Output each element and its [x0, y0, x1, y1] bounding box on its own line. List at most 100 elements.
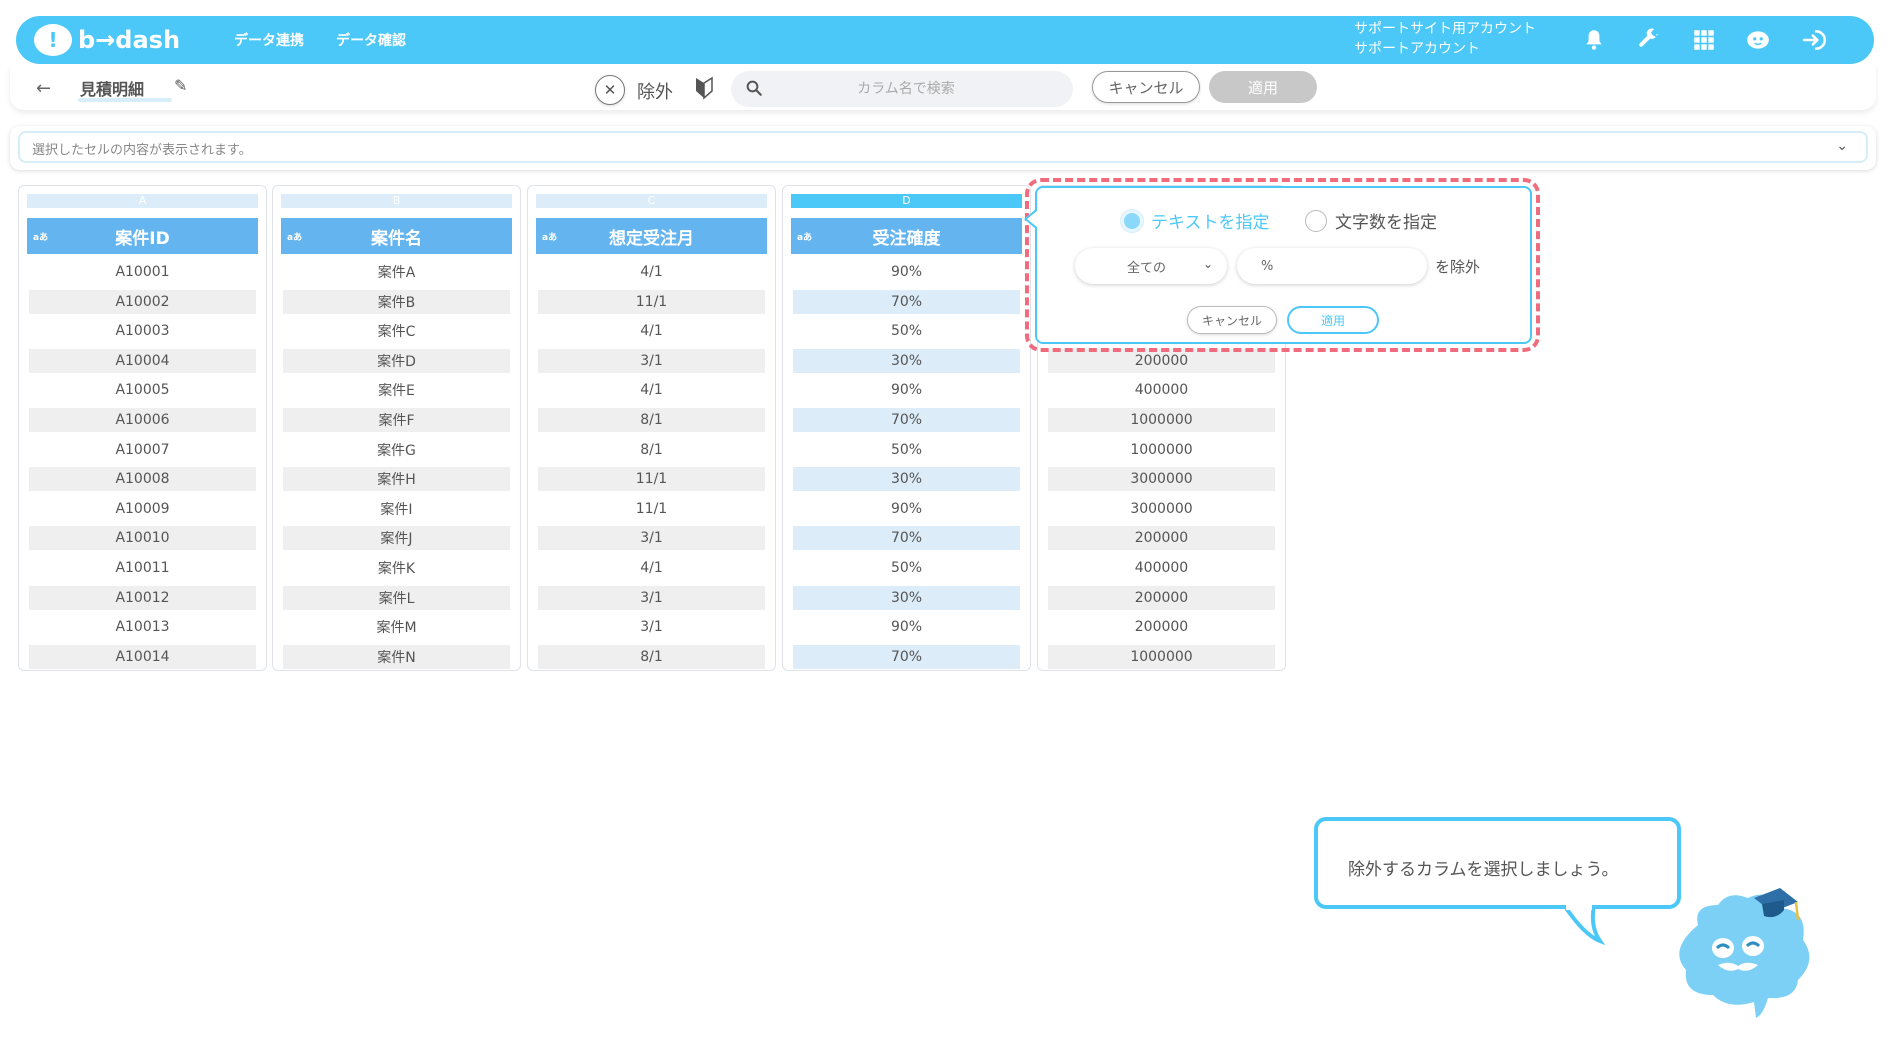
column-header[interactable]: aあ 受注確度: [791, 218, 1022, 254]
table-cell[interactable]: 案件E: [283, 378, 510, 402]
table-cell[interactable]: A10001: [29, 260, 256, 284]
radio-text-option[interactable]: テキストを指定: [1121, 208, 1270, 233]
column-header[interactable]: aあ 案件ID: [27, 218, 258, 254]
table-cell[interactable]: 4/1: [538, 319, 765, 343]
table-cell[interactable]: 50%: [793, 438, 1020, 462]
table-cell[interactable]: 3/1: [538, 348, 765, 373]
table-cell[interactable]: A10011: [29, 556, 256, 580]
table-cell[interactable]: 200000: [1048, 585, 1275, 610]
table-cell[interactable]: 70%: [793, 289, 1020, 314]
table-cell[interactable]: 400000: [1048, 378, 1275, 402]
table-cell[interactable]: 30%: [793, 348, 1020, 373]
table-cell[interactable]: 案件D: [283, 348, 510, 373]
table-cell[interactable]: 50%: [793, 319, 1020, 343]
table-cell[interactable]: A10013: [29, 615, 256, 639]
beginner-mark-icon[interactable]: [693, 76, 715, 100]
table-cell[interactable]: 案件M: [283, 615, 510, 639]
table-cell[interactable]: 案件H: [283, 467, 510, 492]
table-cell[interactable]: 70%: [793, 408, 1020, 432]
table-cell[interactable]: 30%: [793, 467, 1020, 492]
table-cell[interactable]: 案件G: [283, 438, 510, 462]
table-cell[interactable]: 案件B: [283, 289, 510, 314]
bell-icon[interactable]: [1578, 24, 1610, 56]
column-letter[interactable]: B: [281, 194, 512, 208]
table-cell[interactable]: 70%: [793, 526, 1020, 551]
popup-apply-button[interactable]: 適用: [1287, 306, 1379, 334]
table-cell[interactable]: 案件K: [283, 556, 510, 580]
table-cell[interactable]: 11/1: [538, 289, 765, 314]
radio-length-option[interactable]: 文字数を指定: [1305, 208, 1437, 233]
match-type-select[interactable]: 全ての ⌄: [1075, 248, 1227, 284]
bdash-logo[interactable]: ! b→dash: [34, 20, 184, 60]
column-search-input[interactable]: [781, 71, 1031, 107]
table-cell[interactable]: 8/1: [538, 408, 765, 432]
table-cell[interactable]: 4/1: [538, 556, 765, 580]
edit-pencil-icon[interactable]: ✎: [174, 76, 187, 95]
table-cell[interactable]: 8/1: [538, 438, 765, 462]
table-cell[interactable]: 3/1: [538, 585, 765, 610]
nav-data-integration[interactable]: データ連携: [234, 30, 304, 50]
table-cell[interactable]: A10004: [29, 348, 256, 373]
table-cell[interactable]: A10003: [29, 319, 256, 343]
table-cell[interactable]: 1000000: [1048, 408, 1275, 432]
column-letter[interactable]: D: [791, 194, 1022, 208]
table-cell[interactable]: A10002: [29, 289, 256, 314]
table-cell[interactable]: 400000: [1048, 556, 1275, 580]
table-cell[interactable]: 3000000: [1048, 497, 1275, 521]
table-cell[interactable]: 30%: [793, 585, 1020, 610]
table-cell[interactable]: 案件I: [283, 497, 510, 521]
table-cell[interactable]: A10009: [29, 497, 256, 521]
table-column[interactable]: Daあ 受注確度 90% 70% 50% 30% 90% 70% 50% 30% 90% 70% 50%…: [782, 185, 1031, 671]
table-cell[interactable]: 90%: [793, 260, 1020, 284]
table-cell[interactable]: 4/1: [538, 260, 765, 284]
logout-icon[interactable]: [1798, 24, 1830, 56]
column-letter[interactable]: C: [536, 194, 767, 208]
table-cell[interactable]: A10005: [29, 378, 256, 402]
table-cell[interactable]: A10010: [29, 526, 256, 551]
chevron-down-icon[interactable]: ⌄: [1836, 138, 1848, 154]
table-cell[interactable]: 8/1: [538, 644, 765, 669]
table-cell[interactable]: 70%: [793, 644, 1020, 669]
table-cell[interactable]: 案件L: [283, 585, 510, 610]
table-cell[interactable]: 案件N: [283, 644, 510, 669]
table-cell[interactable]: 4/1: [538, 378, 765, 402]
table-cell[interactable]: 案件J: [283, 526, 510, 551]
table-cell[interactable]: 50%: [793, 556, 1020, 580]
exclude-x-icon[interactable]: ✕: [595, 75, 625, 105]
table-cell[interactable]: 案件C: [283, 319, 510, 343]
table-cell[interactable]: 11/1: [538, 467, 765, 492]
table-cell[interactable]: 案件A: [283, 260, 510, 284]
exclude-value-input[interactable]: %: [1237, 248, 1427, 284]
table-cell[interactable]: 3/1: [538, 526, 765, 551]
table-cell[interactable]: 200000: [1048, 348, 1275, 373]
support-mascot-icon[interactable]: [1742, 24, 1774, 56]
toolbar-apply-button[interactable]: 適用: [1209, 71, 1317, 103]
column-header[interactable]: aあ 想定受注月: [536, 218, 767, 254]
table-cell[interactable]: 1000000: [1048, 644, 1275, 669]
table-cell[interactable]: 200000: [1048, 615, 1275, 639]
toolbar-cancel-button[interactable]: キャンセル: [1092, 71, 1200, 103]
table-cell[interactable]: 90%: [793, 497, 1020, 521]
table-cell[interactable]: 90%: [793, 615, 1020, 639]
table-cell[interactable]: 3000000: [1048, 467, 1275, 492]
table-cell[interactable]: A10012: [29, 585, 256, 610]
account-info[interactable]: サポートサイト用アカウント サポートアカウント: [1354, 19, 1536, 59]
table-column[interactable]: Baあ 案件名 案件A 案件B 案件C 案件D 案件E 案件F 案件G 案件H 案件I 案件J 案件K 案…: [272, 185, 521, 671]
cell-content-display[interactable]: 選択したセルの内容が表示されます。 ⌄: [18, 131, 1868, 163]
table-cell[interactable]: A10007: [29, 438, 256, 462]
app-grid-icon[interactable]: [1688, 24, 1720, 56]
column-letter[interactable]: A: [27, 194, 258, 208]
table-cell[interactable]: A10014: [29, 644, 256, 669]
table-column[interactable]: Aaあ 案件ID A10001 A10002 A10003 A10004 A10005 A10…: [18, 185, 267, 671]
table-cell[interactable]: A10008: [29, 467, 256, 492]
table-cell[interactable]: 90%: [793, 378, 1020, 402]
back-arrow-icon[interactable]: ←: [36, 78, 51, 99]
wrench-icon[interactable]: [1632, 24, 1664, 56]
table-cell[interactable]: 3/1: [538, 615, 765, 639]
sheet-title[interactable]: 見積明細: [80, 76, 144, 100]
table-cell[interactable]: 11/1: [538, 497, 765, 521]
table-cell[interactable]: 1000000: [1048, 438, 1275, 462]
table-cell[interactable]: 案件F: [283, 408, 510, 432]
nav-data-check[interactable]: データ確認: [336, 30, 406, 50]
table-cell[interactable]: 200000: [1048, 526, 1275, 551]
